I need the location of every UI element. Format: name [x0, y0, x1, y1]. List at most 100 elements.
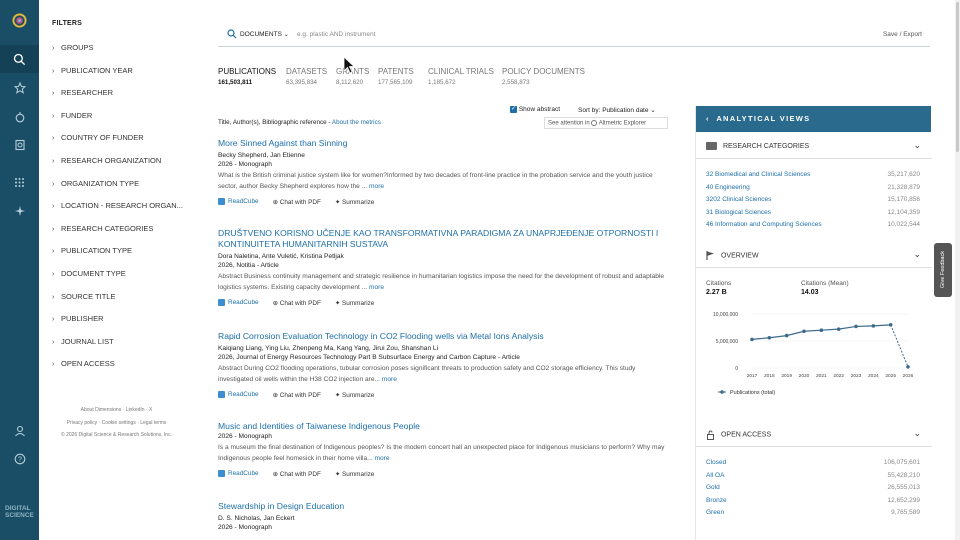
filter-item[interactable]: › COUNTRY OF FUNDER: [52, 133, 144, 142]
chat-icon: ⊕: [272, 392, 278, 399]
svg-text:?: ?: [18, 456, 22, 463]
open-access-header[interactable]: OPEN ACCESS ⌄: [696, 422, 932, 447]
save-export-button[interactable]: Save / Export: [883, 31, 922, 38]
publication-title[interactable]: DRUŠTVENO KORISNO UČENJE KAO TRANSFORMAT…: [218, 228, 668, 250]
chat-with-pdf-button[interactable]: ⊕ Chat with PDF: [273, 391, 321, 399]
saved-searches-icon[interactable]: [9, 106, 30, 127]
open-access-row[interactable]: Bronze 12,652,299: [706, 497, 920, 504]
about-metrics-link[interactable]: About the metrics: [332, 119, 381, 126]
chevron-right-icon: ›: [52, 90, 55, 98]
filter-item[interactable]: › FUNDER: [52, 111, 92, 120]
filter-item[interactable]: › DOCUMENT TYPE: [52, 269, 126, 278]
filter-item[interactable]: › ORGANIZATION TYPE: [52, 179, 139, 188]
publication-title[interactable]: Rapid Corrosion Evaluation Technology in…: [218, 331, 668, 342]
category-row[interactable]: 46 Information and Computing Sciences 10,…: [706, 221, 920, 228]
summarize-button[interactable]: ✦ Summarize: [335, 470, 374, 478]
history-icon[interactable]: [9, 134, 30, 155]
category-row[interactable]: 31 Biological Sciences 12,104,359: [706, 209, 920, 216]
chat-with-pdf-button[interactable]: ⊕ Chat with PDF: [273, 198, 321, 206]
chat-with-pdf-button[interactable]: ⊕ Chat with PDF: [273, 299, 321, 307]
publication-title[interactable]: More Sinned Against than Sinning: [218, 138, 668, 149]
tab-publications[interactable]: PUBLICATIONS 161,503,811: [218, 67, 276, 86]
lock-icon: [706, 430, 715, 440]
filter-item[interactable]: › SOURCE TITLE: [52, 292, 115, 301]
scrollbar-thumb[interactable]: [956, 2, 959, 152]
tab-clinical-trials[interactable]: CLINICAL TRIALS 1,185,672: [428, 67, 494, 86]
publication-title[interactable]: Stewardship in Design Education: [218, 501, 668, 512]
filter-item[interactable]: › GROUPS: [52, 43, 94, 52]
search-input[interactable]: e.g. plastic AND instrument: [297, 31, 375, 38]
publication-result: Stewardship in Design Education D. S. Nic…: [218, 501, 668, 532]
apps-icon[interactable]: [9, 172, 30, 193]
more-link[interactable]: more: [369, 284, 384, 291]
citations-mean-value: 14.03: [801, 289, 819, 296]
sort-dropdown[interactable]: Sort by: Publication date ⌄: [578, 106, 656, 114]
show-abstract-checkbox[interactable]: ✓ Show abstract: [510, 106, 560, 113]
filter-item[interactable]: › PUBLICATION TYPE: [52, 246, 132, 255]
footer-copyright: © 2026 Digital Science & Research Soluti…: [61, 432, 172, 438]
filter-item[interactable]: › RESEARCH CATEGORIES: [52, 224, 153, 233]
filter-item[interactable]: › PUBLISHER: [52, 314, 104, 323]
open-access-row[interactable]: Gold 26,555,013: [706, 484, 920, 491]
tab-policy-documents[interactable]: POLICY DOCUMENTS 2,558,873: [502, 67, 585, 86]
give-feedback-button[interactable]: Give Feedback: [934, 243, 952, 297]
sparkle-icon: ✦: [334, 199, 341, 206]
summarize-button[interactable]: ✦ Summarize: [335, 299, 374, 307]
data-point: [750, 337, 754, 342]
search-scope-dropdown[interactable]: DOCUMENTS ⌄: [240, 31, 289, 38]
filter-item[interactable]: › RESEARCHER: [52, 88, 113, 97]
readcube-icon: [218, 198, 225, 206]
star-icon[interactable]: [9, 77, 30, 98]
x-tick-label: 2025: [885, 373, 896, 379]
readcube-button[interactable]: ReadCube: [218, 299, 259, 307]
tab-patents[interactable]: PATENTS 177,565,109: [378, 67, 414, 86]
open-access-row[interactable]: Green 9,765,589: [706, 509, 920, 516]
chat-with-pdf-button[interactable]: ⊕ Chat with PDF: [273, 470, 321, 478]
search-icon[interactable]: [0, 45, 39, 73]
publication-abstract: What is the British criminal justice sys…: [218, 172, 653, 190]
readcube-button[interactable]: ReadCube: [218, 470, 259, 478]
sparkle-icon[interactable]: [9, 200, 30, 221]
category-row[interactable]: 40 Engineering 21,328,879: [706, 184, 920, 191]
footer-legal[interactable]: Privacy policy · Cookie settings · Legal…: [39, 420, 194, 426]
citations-value: 2.27 B: [706, 289, 727, 296]
readcube-button[interactable]: ReadCube: [218, 391, 259, 399]
page-scrollbar[interactable]: [955, 0, 960, 540]
analytical-views-header[interactable]: ‹ ANALYTICAL VIEWS: [696, 106, 931, 132]
research-categories-header[interactable]: RESEARCH CATEGORIES ⌄: [696, 134, 932, 159]
user-icon[interactable]: [9, 420, 30, 441]
publication-abstract: Abstract Business continuity management …: [218, 273, 665, 291]
more-link[interactable]: more: [382, 376, 397, 383]
summarize-button[interactable]: ✦ Summarize: [335, 198, 374, 206]
overview-header[interactable]: OVERVIEW ⌄: [696, 243, 932, 268]
x-tick-label: 2020: [799, 373, 810, 379]
mouse-cursor-icon: [343, 56, 355, 74]
logo-icon[interactable]: [9, 10, 30, 31]
summarize-button[interactable]: ✦ Summarize: [335, 391, 374, 399]
more-link[interactable]: more: [375, 455, 390, 462]
category-row[interactable]: 32 Biomedical and Clinical Sciences 35,21…: [706, 171, 920, 178]
more-link[interactable]: more: [369, 183, 384, 190]
footer-links[interactable]: About Dimensions · LinkedIn · X: [39, 407, 194, 413]
open-access-row[interactable]: Closed 106,075,601: [706, 459, 920, 466]
publication-authors: Kaiqiang Liang, Ying Liu, Zhenpeng Ma, K…: [218, 345, 439, 352]
data-point: [802, 329, 806, 334]
open-access-row[interactable]: All OA 55,428,210: [706, 472, 920, 479]
filter-item[interactable]: › RESEARCH ORGANIZATION: [52, 156, 161, 165]
chevron-right-icon: ›: [52, 271, 55, 278]
data-point: [767, 335, 772, 340]
publication-title[interactable]: Music and Identities of Taiwanese Indige…: [218, 421, 668, 432]
filter-item[interactable]: › PUBLICATION YEAR: [52, 66, 133, 75]
filter-item[interactable]: › JOURNAL LIST: [52, 337, 114, 346]
help-icon[interactable]: ?: [9, 448, 30, 469]
data-point: [906, 365, 910, 369]
category-row[interactable]: 3202 Clinical Sciences 15,170,856: [706, 196, 920, 203]
chevron-right-icon: ›: [52, 293, 55, 301]
readcube-button[interactable]: ReadCube: [218, 198, 259, 206]
chevron-right-icon: ›: [52, 135, 55, 143]
altmetric-explorer-button[interactable]: See attention in Altmetric Explorer: [544, 117, 668, 129]
filter-item[interactable]: › OPEN ACCESS: [52, 359, 115, 368]
filters-title: FILTERS: [52, 20, 83, 27]
tab-datasets[interactable]: DATASETS 63,395,834: [286, 67, 327, 86]
filter-item[interactable]: › LOCATION - RESEARCH ORGAN...: [52, 201, 183, 210]
